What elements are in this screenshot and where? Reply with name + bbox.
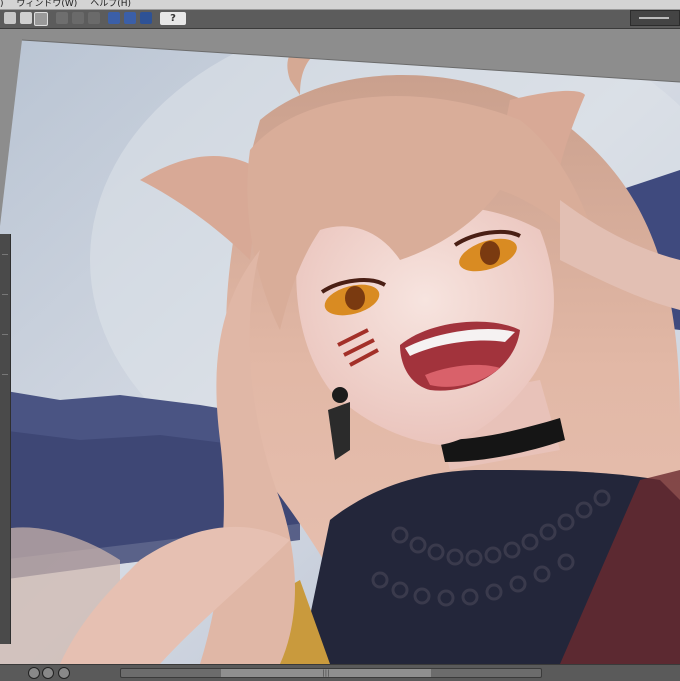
window-control[interactable]: [630, 10, 680, 26]
vector-icon[interactable]: [108, 12, 120, 24]
horizontal-scrollbar[interactable]: |||: [120, 668, 542, 678]
menu-item-prev[interactable]: ): [0, 0, 4, 9]
reset-view-icon[interactable]: [58, 667, 70, 679]
ruler-icon[interactable]: [72, 12, 84, 24]
menu-item-help[interactable]: ヘルプ(H): [90, 0, 131, 9]
lasso-icon[interactable]: [124, 12, 136, 24]
panel-tick: [2, 374, 8, 375]
rotate-right-icon[interactable]: [42, 667, 54, 679]
artwork-canvas[interactable]: [0, 0, 680, 680]
info-icon[interactable]: [140, 12, 152, 24]
transform-icon[interactable]: [34, 12, 48, 26]
panel-tick: [2, 254, 8, 255]
layer-icon[interactable]: [4, 12, 16, 24]
toolbar: [0, 10, 680, 29]
status-bar: |||: [0, 664, 680, 681]
help-button[interactable]: ?: [160, 12, 186, 25]
panel-tick: [2, 294, 8, 295]
painting: [0, 40, 680, 664]
rotate-left-icon[interactable]: [28, 667, 40, 679]
panel-tick: [2, 334, 8, 335]
menu-bar: ) ウィンドウ(W) ヘルプ(H): [0, 0, 680, 10]
minimize-icon: [639, 17, 669, 19]
pen-icon[interactable]: [20, 12, 32, 24]
mask-icon[interactable]: [56, 12, 68, 24]
menu-item-window[interactable]: ウィンドウ(W): [16, 0, 77, 9]
scrollbar-thumb[interactable]: |||: [221, 669, 431, 677]
left-panel[interactable]: [0, 234, 11, 644]
grid-icon[interactable]: [88, 12, 100, 24]
